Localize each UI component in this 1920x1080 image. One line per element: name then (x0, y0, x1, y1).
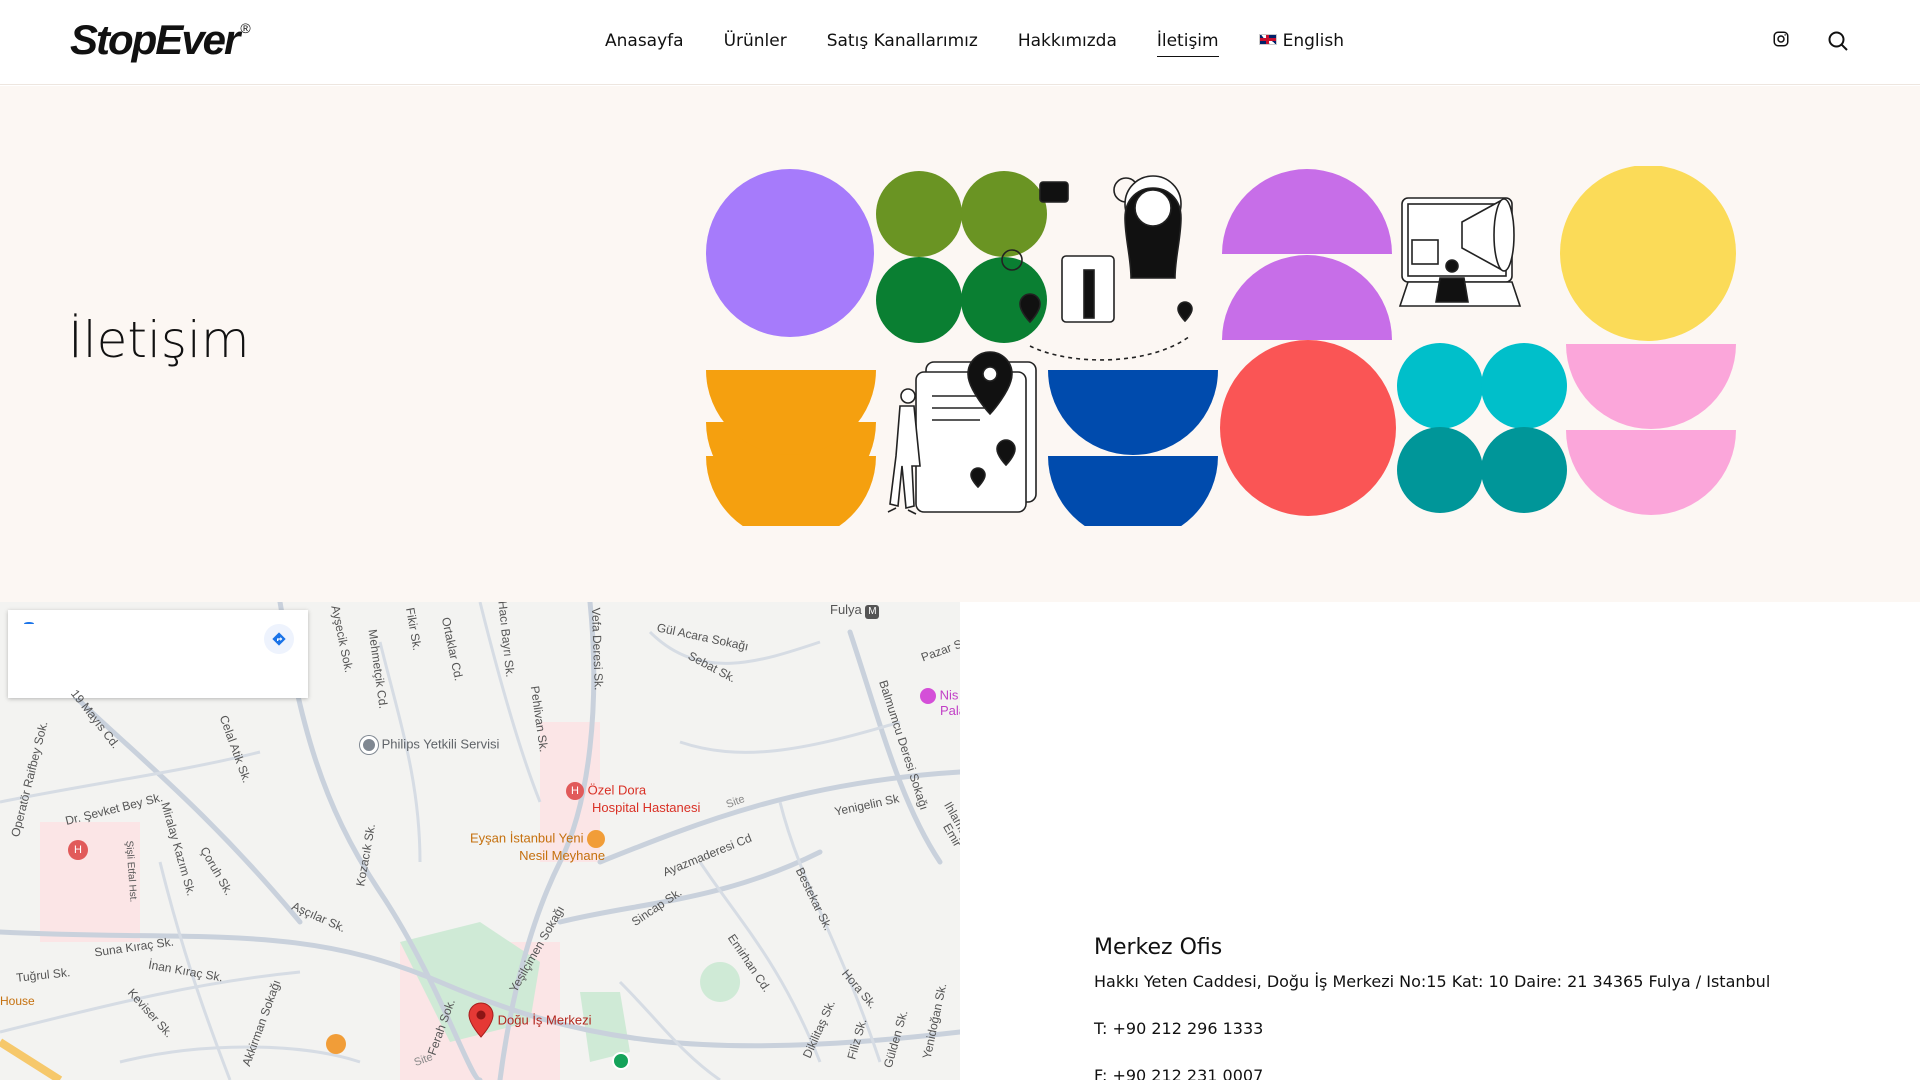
office-phone[interactable]: T: +90 212 296 1333 (1094, 1019, 1894, 1038)
megaphone-illustration (1398, 197, 1522, 307)
nav-item-about[interactable]: Hakkımızda (1018, 31, 1117, 57)
site-header: StopEver ® Anasayfa Ürünler Satış Kanalla… (0, 0, 1920, 85)
poi-label: Özel Dora (587, 782, 647, 798)
orange-half-bottom (706, 456, 876, 526)
restaurant-icon (587, 830, 606, 848)
search-icon[interactable] (1826, 29, 1850, 57)
cyan-circle-1 (1397, 343, 1483, 429)
poi-philips-service[interactable]: Philips Yetkili Servisi (360, 736, 499, 754)
lilac-half-bottom (1222, 255, 1392, 340)
instagram-icon[interactable] (1772, 30, 1790, 52)
poi-fulya[interactable]: Fulya M (830, 602, 880, 619)
uk-flag-icon (1258, 34, 1277, 45)
language-label: English (1282, 31, 1344, 51)
street-label: Vefa Deresi Sk. (588, 607, 606, 691)
poi-label: Nis (939, 687, 959, 703)
metro-icon: M (865, 605, 880, 619)
poi-nis[interactable]: NisPala (920, 688, 960, 718)
blue-half-bottom (1048, 456, 1218, 526)
poi-label: Pala (940, 703, 960, 718)
map-pin-illustration (887, 351, 1037, 515)
hospital-icon: H (566, 782, 584, 800)
poi-label: Hospital Hastanesi (592, 800, 701, 815)
contact-info: Merkez Ofis Hakkı Yeten Caddesi, Doğu İş… (1094, 935, 1894, 1080)
nav-item-home[interactable]: Anasayfa (605, 31, 684, 57)
cyan-circle-2 (1481, 343, 1567, 429)
service-pin-icon (360, 736, 378, 754)
nav-item-sales-channels[interactable]: Satış Kanallarımız (827, 31, 978, 57)
poi-label: Nesil Meyhane (519, 848, 606, 863)
coral-circle (1220, 340, 1396, 516)
hospital-icon: H (68, 840, 88, 860)
page-title: İletişim (68, 311, 250, 369)
map-info-card (8, 610, 308, 698)
lilac-half-top (1222, 169, 1392, 254)
purple-circle (706, 169, 874, 337)
location-pin-icon (468, 1002, 494, 1038)
park-icon (612, 1052, 630, 1070)
olive-circle-1 (876, 171, 962, 257)
office-marker[interactable]: Doğu İş Merkezi (468, 1002, 592, 1038)
logo-text: StopEver (70, 16, 240, 63)
yellow-circle (1560, 166, 1736, 341)
directions-icon[interactable] (264, 624, 294, 654)
teal-circle-1 (1397, 427, 1483, 513)
poi-dora-hospital[interactable]: H Özel Dora Hospital Hastanesi (566, 782, 700, 815)
green-circle-1 (876, 257, 962, 343)
restaurant-icon (326, 1034, 346, 1054)
location-map[interactable]: Ayşecik Sok. Mehmetçik Cd. Fikir Sk. Ort… (0, 602, 960, 1080)
blue-half-top (1048, 370, 1218, 455)
pink-half-top (1566, 344, 1736, 429)
office-title: Merkez Ofis (1094, 935, 1223, 960)
pink-half-bottom (1566, 430, 1736, 515)
olive-circle-2 (961, 171, 1047, 257)
map-card-accent (24, 622, 34, 625)
poi-label: Doğu İş Merkezi (497, 1012, 592, 1028)
nav-item-products[interactable]: Ürünler (724, 31, 787, 57)
poi-house[interactable]: House (0, 994, 35, 1008)
nav-item-contact[interactable]: İletişim (1156, 31, 1219, 57)
office-address: Hakkı Yeten Caddesi, Doğu İş Merkezi No:… (1094, 972, 1771, 991)
office-fax: F: +90 212 231 0007 (1094, 1066, 1264, 1080)
poi-restaurant-south[interactable] (326, 1034, 346, 1057)
hero-illustration (706, 166, 1736, 526)
nav-item-english[interactable]: English (1258, 31, 1344, 57)
poi-hospital-west[interactable]: H (68, 840, 88, 860)
logo[interactable]: StopEver ® (70, 16, 251, 64)
teal-circle-2 (1481, 427, 1567, 513)
poi-label: Eyşan İstanbul Yeni (470, 830, 584, 846)
poi-label: Fulya (830, 602, 862, 617)
hero-banner: İletişim (0, 86, 1920, 602)
poi-eysan-meyhane[interactable]: Eyşan İstanbul Yeni Nesil Meyhane (470, 830, 606, 863)
poi-label: Philips Yetkili Servisi (381, 736, 500, 752)
main-nav: Anasayfa Ürünler Satış Kanallarımız Hakk… (605, 31, 1344, 57)
hotel-icon (920, 688, 936, 704)
registered-mark: ® (240, 20, 251, 36)
poi-park-south[interactable] (612, 1052, 630, 1073)
